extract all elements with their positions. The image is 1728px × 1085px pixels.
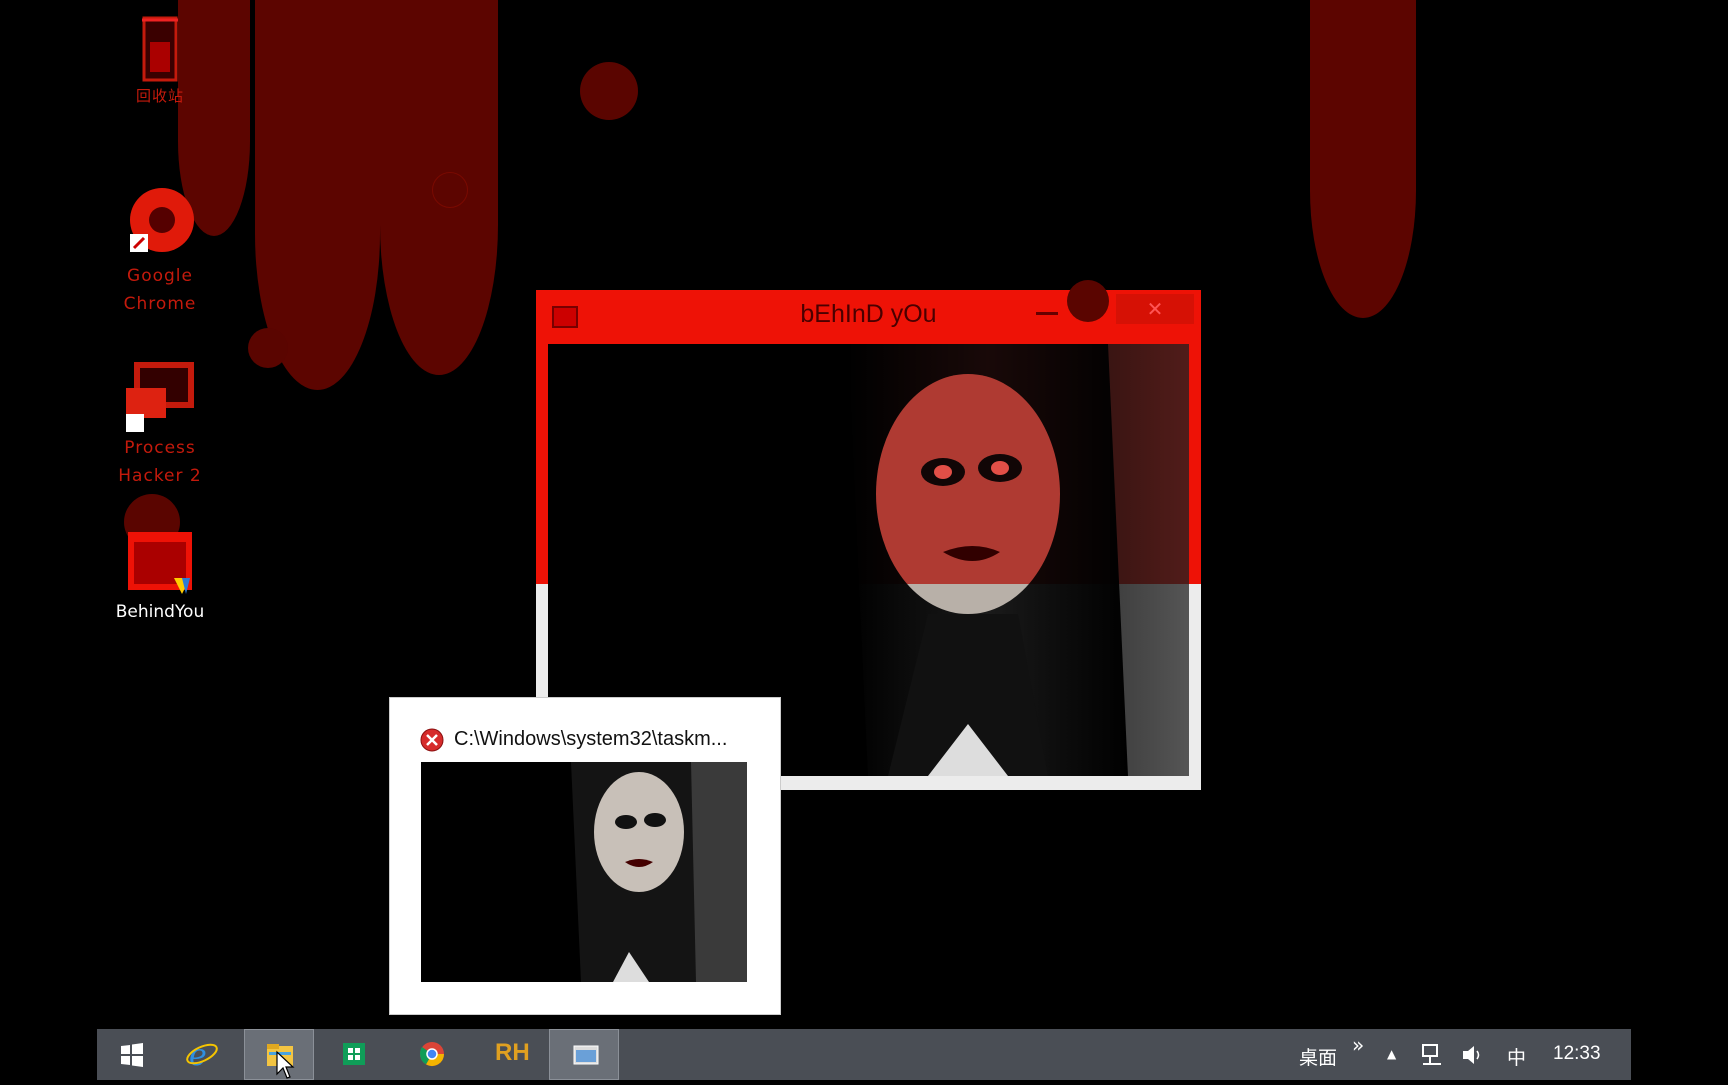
windows-logo-icon [121,1043,143,1067]
blood-ring [432,172,468,208]
taskbar-rh-app[interactable]: RH [475,1029,545,1080]
blood-blob [580,62,638,120]
network-icon[interactable] [1419,1042,1447,1068]
mouse-cursor-icon [276,1050,295,1079]
preview-thumbnail-image[interactable] [421,762,747,982]
desktop-icon-label: Google Chrome [123,266,197,314]
desktop-toolbar-label[interactable]: 桌面 [1299,1043,1337,1070]
desktop-icon-chrome[interactable]: Google Chrome [100,182,220,318]
close-button[interactable]: ✕ [1116,294,1194,324]
taskbar-thumbnail-preview[interactable]: C:\Windows\system32\taskm... [389,697,781,1015]
desktop-icon-recycle-bin[interactable]: 回收站 [100,12,220,106]
internet-explorer-icon: e [186,1038,218,1073]
ime-indicator[interactable]: 中 [1507,1043,1526,1070]
store-icon [343,1043,365,1065]
blood-drip [1310,0,1416,318]
blood-blob [248,328,288,368]
clock[interactable]: 12:33 [1553,1043,1601,1065]
taskbar-store[interactable] [319,1029,389,1080]
taskbar-chrome[interactable] [397,1029,467,1080]
behindyou-window-icon [573,1045,599,1065]
preview-title: C:\Windows\system32\taskm... [454,728,728,750]
svg-text:e: e [189,1038,207,1073]
recycle-bin-icon [138,12,182,86]
toolbar-overflow-icon[interactable]: » [1352,1033,1364,1057]
taskbar-internet-explorer[interactable]: e [167,1029,237,1080]
start-button[interactable] [97,1029,167,1080]
chrome-icon [419,1042,444,1067]
desktop-icon-label: 回收站 [135,87,184,105]
window-frame-left [536,344,548,584]
desktop-icon-behindyou[interactable]: BehindYou [100,528,220,626]
window-frame-right [1189,344,1201,584]
error-icon [420,728,444,752]
volume-icon[interactable] [1459,1042,1485,1068]
blood-blob [1067,280,1109,322]
rh-app-icon: RH [495,1039,530,1066]
show-hidden-icons-button[interactable]: ▲ [1387,1047,1396,1061]
taskbar: e RH 桌面 » ▲ 中 12:33 [97,1029,1631,1080]
chrome-icon [124,182,196,262]
minimize-button[interactable] [1036,312,1058,315]
behindyou-app-icon [124,528,196,598]
process-hacker-icon [120,358,200,434]
taskbar-behindyou[interactable] [549,1029,619,1080]
desktop-icon-process-hacker[interactable]: Process Hacker 2 [100,358,220,490]
desktop-icon-label: Process Hacker 2 [118,438,202,486]
taskbar-file-explorer[interactable] [244,1029,314,1080]
desktop-icon-label: BehindYou [115,602,205,622]
